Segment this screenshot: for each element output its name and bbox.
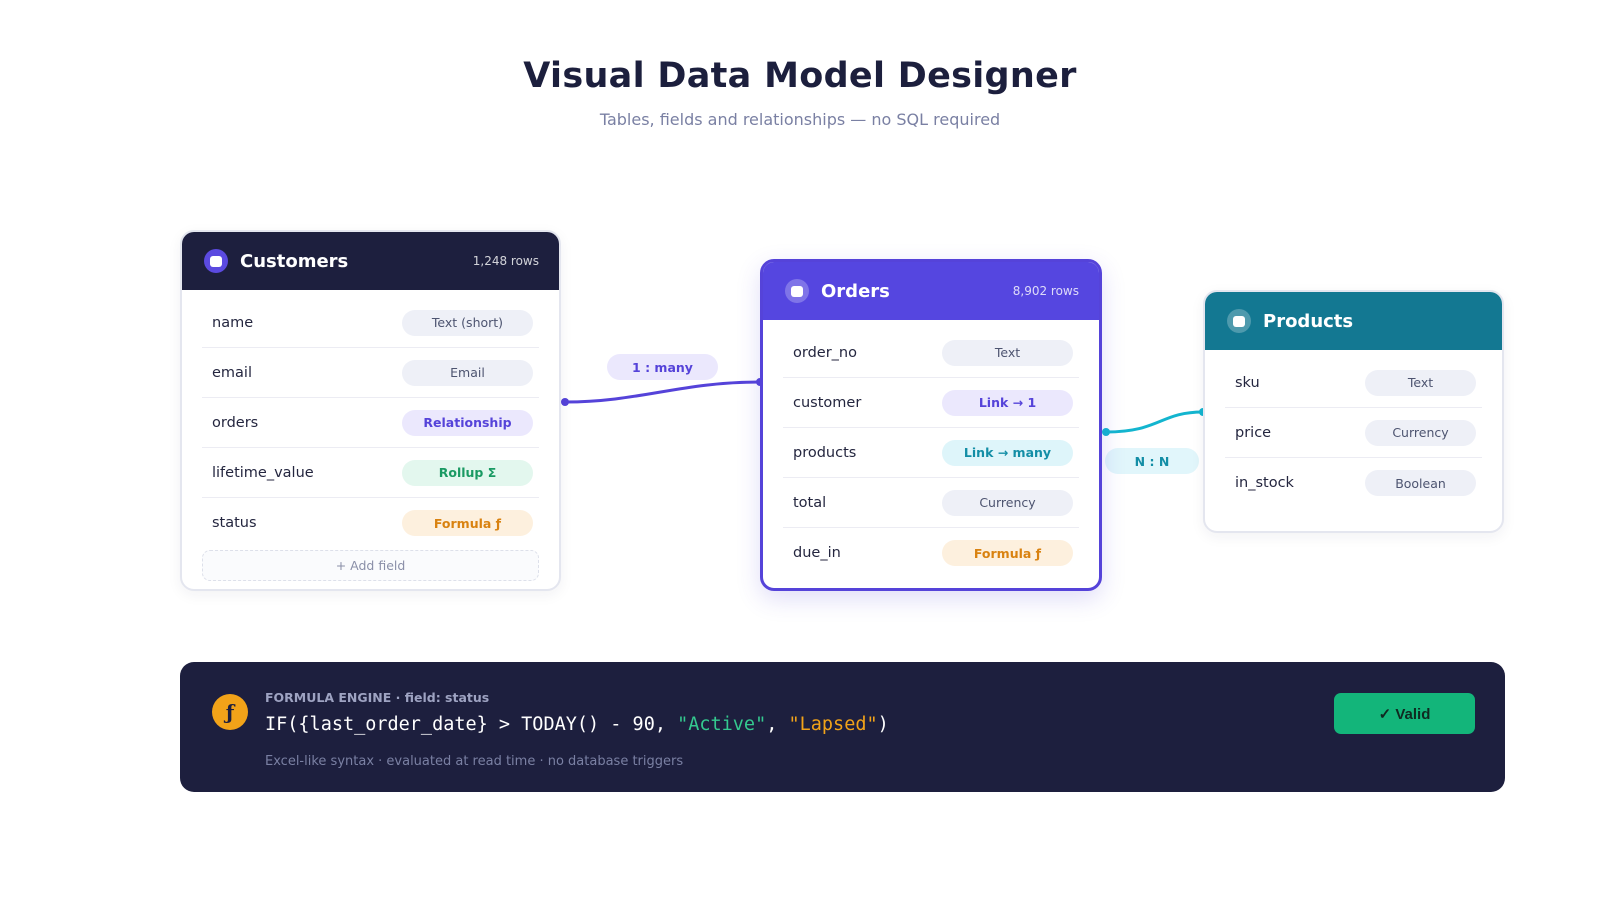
page-subtitle: Tables, fields and relationships — no SQ… [599,110,1001,129]
formula-icon: ƒ [212,694,248,730]
field-name: lifetime_value [212,464,314,481]
field-name: orders [212,414,259,431]
field-name: order_no [793,344,857,361]
table-name: Products [1263,310,1354,332]
field-row[interactable]: status Formula ƒ [202,498,539,548]
table-card-orders[interactable]: Orders 8,902 rows order_no Text customer… [760,259,1102,591]
formula-string-active: "Active" [677,714,767,735]
field-row[interactable]: orders Relationship [202,398,539,448]
valid-button[interactable]: ✓ Valid [1334,693,1475,734]
field-name: customer [793,394,862,411]
field-name: in_stock [1235,475,1294,491]
field-name: email [212,364,252,381]
field-row[interactable]: in_stock Boolean [1225,458,1482,508]
connector-customers-orders-start [561,398,569,406]
field-type-badge[interactable]: Email [402,359,533,386]
page-title: Visual Data Model Designer [523,56,1077,96]
table-header-orders[interactable]: Orders 8,902 rows [763,262,1099,320]
field-type-badge[interactable]: Link → many [942,439,1073,466]
field-row[interactable]: lifetime_value Rollup Σ [202,448,539,498]
field-list: sku Text price Currency in_stock Boolean [1205,350,1502,508]
connector-customers-orders[interactable] [564,380,761,404]
field-type-badge[interactable]: Formula ƒ [942,540,1073,566]
field-row[interactable]: email Email [202,348,539,398]
field-name: name [212,314,254,331]
add-field-button[interactable]: + Add field [202,550,539,581]
formula-string-lapsed: "Lapsed" [788,714,878,735]
connector-orders-products[interactable] [1105,410,1204,434]
relationship-label-customers-orders[interactable]: 1 : many [607,354,718,380]
field-type-badge[interactable]: Relationship [402,409,533,436]
field-name: price [1235,424,1272,441]
connector-orders-products-start [1102,428,1110,436]
field-type-badge[interactable]: Link → 1 [942,389,1073,416]
field-type-badge[interactable]: Text [1365,369,1476,396]
field-row[interactable]: order_no Text [783,328,1079,378]
field-row[interactable]: products Link → many [783,428,1079,478]
field-row[interactable]: total Currency [783,478,1079,528]
field-row[interactable]: price Currency [1225,408,1482,458]
table-name: Orders [821,280,890,302]
formula-code[interactable]: IF({last_order_date} > TODAY() - 90, "Ac… [265,714,889,735]
field-row[interactable]: due_in Formula ƒ [783,528,1079,578]
formula-code-separator: , [766,714,789,735]
field-name: total [793,494,827,511]
formula-code-suffix: ) [877,714,889,735]
table-icon [785,279,809,303]
field-type-badge[interactable]: Currency [942,489,1073,516]
formula-code-prefix: IF({last_order_date} > TODAY() - 90, [265,714,678,735]
field-row[interactable]: sku Text [1225,358,1482,408]
table-header-products[interactable]: Products [1205,292,1502,350]
field-type-badge[interactable]: Boolean [1365,470,1476,496]
field-row[interactable]: name Text (short) [202,298,539,348]
table-icon [1227,309,1251,333]
table-card-customers[interactable]: Customers 1,248 rows name Text (short) e… [180,230,561,591]
field-name: sku [1235,374,1260,391]
field-name: products [793,444,857,461]
field-name: status [212,515,257,531]
field-list: order_no Text customer Link → 1 products… [763,320,1099,578]
formula-note: Excel-like syntax · evaluated at read ti… [265,754,684,769]
relationship-label-orders-products[interactable]: N : N [1105,448,1199,474]
field-name: due_in [793,545,841,561]
field-row[interactable]: customer Link → 1 [783,378,1079,428]
field-type-badge[interactable]: Text (short) [402,309,533,336]
table-name: Customers [240,250,349,272]
formula-panel: ƒ FORMULA ENGINE · field: status IF({las… [180,662,1505,792]
field-type-badge[interactable]: Rollup Σ [402,459,533,486]
table-header-customers[interactable]: Customers 1,248 rows [182,232,559,290]
field-list: name Text (short) email Email orders Rel… [182,290,559,548]
field-type-badge[interactable]: Text [942,339,1073,366]
page-header: Visual Data Model Designer Tables, field… [0,56,1600,129]
row-count: 1,248 rows [472,254,539,268]
row-count: 8,902 rows [1012,284,1079,298]
table-card-products[interactable]: Products sku Text price Currency in_stoc… [1203,290,1504,533]
table-icon [204,249,228,273]
field-type-badge[interactable]: Currency [1365,419,1476,446]
formula-caption: FORMULA ENGINE · field: status [265,690,490,705]
field-type-badge[interactable]: Formula ƒ [402,510,533,536]
